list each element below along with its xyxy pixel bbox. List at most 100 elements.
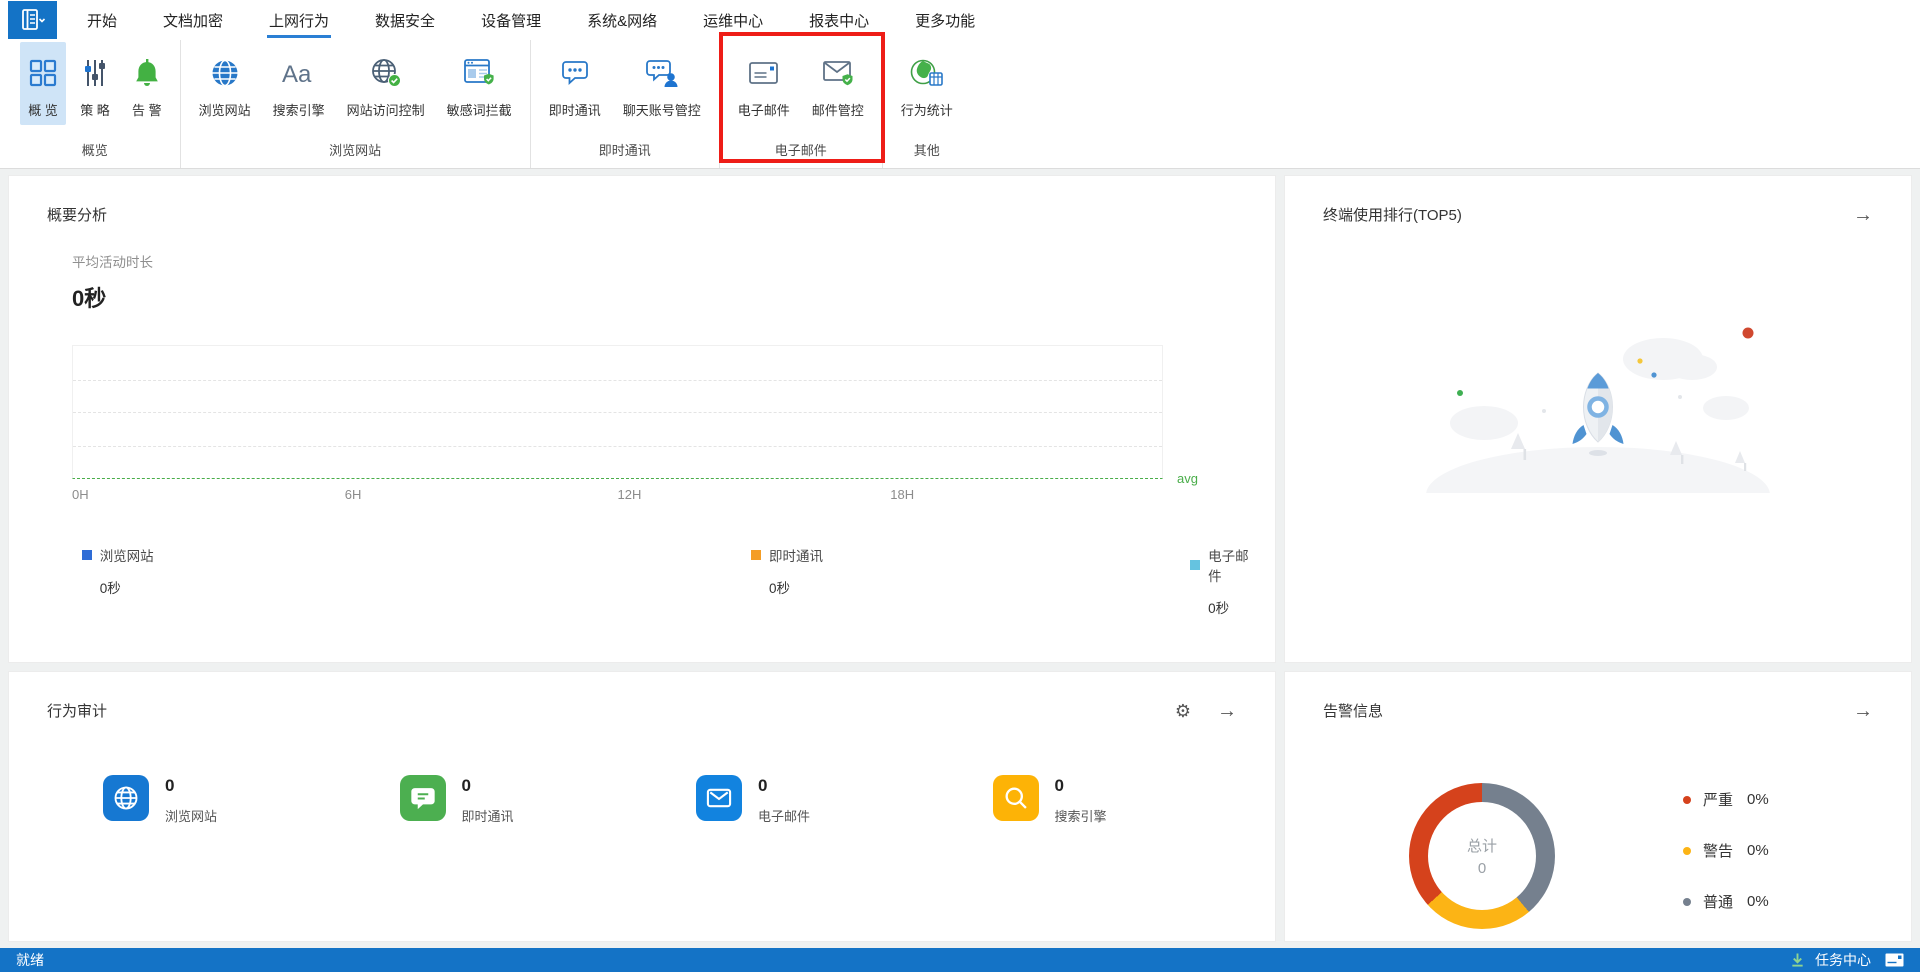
menu-item-system-network[interactable]: 系统&网络 bbox=[587, 0, 657, 40]
app-menu-button[interactable] bbox=[8, 1, 57, 39]
ribbon-button-label: 聊天账号管控 bbox=[622, 103, 701, 118]
legend-item-browse: 浏览网站 0秒 bbox=[81, 545, 154, 597]
card-summary-analysis: 概要分析 平均活动时长 0秒 avg 0H 6H 12H 18H 浏览网站 0秒… bbox=[8, 175, 1276, 663]
stat-label: 即时通讯 bbox=[461, 809, 514, 824]
legend-swatch bbox=[1190, 560, 1201, 570]
ribbon-button-behavior-stats[interactable]: 行为统计 bbox=[893, 42, 961, 125]
titlebar: 开始 文档加密 上网行为 数据安全 设备管理 系统&网络 运维中心 报表中心 更… bbox=[0, 0, 1920, 40]
browse-globe-icon bbox=[210, 50, 240, 96]
arrow-right-icon[interactable]: → bbox=[1217, 701, 1237, 721]
chat-icon bbox=[399, 775, 446, 821]
app-logo-icon bbox=[21, 9, 45, 30]
legend-item-critical: 严重 0% bbox=[1683, 789, 1769, 810]
svg-text:Aa: Aa bbox=[282, 61, 312, 88]
ribbon-button-label: 网站访问控制 bbox=[346, 103, 425, 118]
ribbon-button-alert[interactable]: 告 警 bbox=[124, 42, 170, 125]
donut-center-label: 总计 bbox=[1466, 838, 1497, 855]
gear-icon[interactable]: ⚙ bbox=[1175, 702, 1191, 720]
avg-line-label: avg bbox=[1177, 471, 1198, 486]
dashboard: 概要分析 平均活动时长 0秒 avg 0H 6H 12H 18H 浏览网站 0秒… bbox=[0, 169, 1920, 948]
legend-dot bbox=[1683, 897, 1691, 906]
menu-item-internet-behavior[interactable]: 上网行为 bbox=[267, 0, 332, 40]
task-center-button[interactable]: 任务中心 bbox=[1790, 950, 1871, 970]
menu-item-doc-encrypt[interactable]: 文档加密 bbox=[163, 0, 223, 40]
ribbon-button-label: 浏览网站 bbox=[198, 103, 251, 118]
chart-legend: 浏览网站 0秒 即时通讯 0秒 电子邮件 0秒 bbox=[17, 545, 1261, 617]
stat-instant-messaging: 0 即时通讯 bbox=[399, 775, 683, 825]
ribbon-button-site-access-control[interactable]: 网站访问控制 bbox=[339, 42, 433, 125]
ribbon-button-label: 告 警 bbox=[132, 103, 162, 118]
ribbon-button-email[interactable]: 电子邮件 bbox=[730, 42, 798, 125]
menu-item-report-center[interactable]: 报表中心 bbox=[809, 0, 869, 40]
arrow-right-icon[interactable]: → bbox=[1853, 205, 1873, 225]
ribbon-group-browse: 浏览网站 Aa 搜索引擎 网站访问控制 敏感词拦截 浏览网站 bbox=[179, 40, 530, 168]
menu-item-data-security[interactable]: 数据安全 bbox=[375, 0, 435, 40]
x-tick: 6H bbox=[344, 487, 362, 502]
menu-item-more[interactable]: 更多功能 bbox=[915, 0, 975, 40]
card-behavior-audit: 行为审计 ⚙ → 0 浏览网站 0 即时通讯 0 电子邮件 0 搜索引擎 bbox=[8, 671, 1276, 942]
stat-email: 0 电子邮件 bbox=[696, 775, 979, 825]
x-tick: 18H bbox=[890, 487, 915, 502]
ribbon-group-label: 电子邮件 bbox=[774, 143, 827, 158]
ribbon-group-label: 即时通讯 bbox=[598, 143, 651, 158]
arrow-right-icon[interactable]: → bbox=[1853, 701, 1873, 721]
status-ready-text: 就绪 bbox=[16, 952, 44, 968]
alerts-legend: 严重 0% 警告 0% 普通 0% bbox=[1683, 789, 1769, 941]
ribbon-button-label: 电子邮件 bbox=[737, 103, 790, 118]
legend-item-normal: 普通 0% bbox=[1683, 891, 1769, 912]
legend-swatch bbox=[81, 550, 92, 560]
ribbon-group-overview: 概 览 策 略 告 警 概览 bbox=[10, 40, 180, 168]
ribbon-button-label: 敏感词拦截 bbox=[446, 103, 512, 118]
ribbon-group-im: 即时通讯 聊天账号管控 即时通讯 bbox=[529, 40, 719, 168]
site-access-globe-check-icon bbox=[370, 50, 402, 96]
ribbon-button-overview[interactable]: 概 览 bbox=[20, 42, 66, 125]
x-tick: 0H bbox=[72, 487, 89, 502]
donut-center-value: 0 bbox=[1477, 860, 1487, 877]
message-panel-button[interactable] bbox=[1885, 953, 1904, 967]
ribbon-button-sensitive-word-block[interactable]: 敏感词拦截 bbox=[439, 42, 520, 125]
ribbon-group-label: 概览 bbox=[81, 143, 108, 158]
legend-dot bbox=[1683, 795, 1691, 804]
overview-grid-icon bbox=[28, 50, 58, 96]
ribbon-button-chat-account-control[interactable]: 聊天账号管控 bbox=[615, 42, 709, 125]
menu-item-device-mgmt[interactable]: 设备管理 bbox=[481, 0, 541, 40]
im-chat-icon bbox=[560, 50, 590, 96]
x-axis: 0H 6H 12H 18H bbox=[72, 487, 1163, 509]
ribbon-button-mail-control[interactable]: 邮件管控 bbox=[804, 42, 872, 125]
legend-swatch bbox=[750, 550, 761, 560]
audit-stats: 0 浏览网站 0 即时通讯 0 电子邮件 0 搜索引擎 bbox=[103, 775, 1275, 825]
search-aa-icon: Aa bbox=[280, 50, 318, 96]
legend-item-warning: 警告 0% bbox=[1683, 840, 1769, 861]
card-title: 概要分析 bbox=[47, 207, 108, 224]
stat-label: 搜索引擎 bbox=[1054, 809, 1107, 824]
message-icon bbox=[1885, 953, 1904, 967]
ribbon-button-label: 行为统计 bbox=[900, 103, 953, 118]
card-title: 终端使用排行(TOP5) bbox=[1323, 207, 1462, 224]
ribbon-button-browse-sites[interactable]: 浏览网站 bbox=[191, 42, 259, 125]
globe-icon bbox=[103, 775, 149, 821]
email-envelope-icon bbox=[747, 50, 781, 96]
card-title: 行为审计 bbox=[47, 703, 108, 720]
stat-value: 0 bbox=[758, 776, 768, 795]
chat-account-user-icon bbox=[645, 50, 679, 96]
stat-label: 浏览网站 bbox=[165, 809, 218, 824]
ribbon-button-instant-messaging[interactable]: 即时通讯 bbox=[541, 42, 609, 125]
menu-item-ops-center[interactable]: 运维中心 bbox=[703, 0, 763, 40]
ribbon-button-search-engine[interactable]: Aa 搜索引擎 bbox=[265, 42, 333, 125]
ribbon-toolbar: 概 览 策 略 告 警 概览 浏览网站 Aa 搜索引擎 网站访问控制 敏感词拦截… bbox=[0, 32, 1920, 169]
main-menu: 开始 文档加密 上网行为 数据安全 设备管理 系统&网络 运维中心 报表中心 更… bbox=[87, 0, 975, 40]
policy-sliders-icon bbox=[80, 50, 110, 96]
legend-item-im: 即时通讯 0秒 bbox=[750, 545, 823, 597]
ribbon-button-label: 邮件管控 bbox=[811, 103, 864, 118]
mail-icon bbox=[696, 775, 742, 821]
status-bar: 就绪 任务中心 bbox=[0, 948, 1920, 972]
mail-control-shield-icon bbox=[821, 50, 855, 96]
ribbon-button-policy[interactable]: 策 略 bbox=[72, 42, 118, 125]
card-alert-info: 告警信息 → 总计 0 严重 0% 警告 0% 普通 0% bbox=[1284, 671, 1912, 942]
donut-ring: 总计 0 bbox=[1409, 783, 1555, 929]
menu-item-start[interactable]: 开始 bbox=[87, 0, 117, 40]
stat-search-engine: 0 搜索引擎 bbox=[992, 775, 1276, 825]
ribbon-group-other: 行为统计 其他 bbox=[881, 40, 971, 168]
ribbon-button-label: 概 览 bbox=[28, 103, 58, 118]
ribbon-group-email: 电子邮件 邮件管控 电子邮件 bbox=[718, 32, 885, 168]
